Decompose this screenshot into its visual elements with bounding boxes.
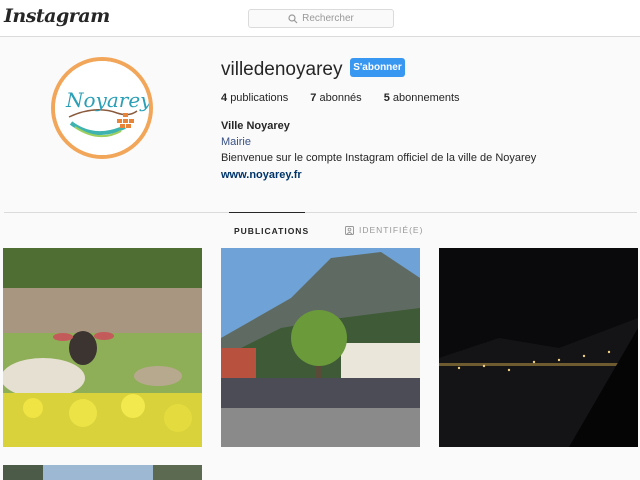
- post-thumbnail[interactable]: [3, 465, 202, 480]
- search-placeholder: Rechercher: [302, 13, 354, 24]
- post-thumbnail[interactable]: [3, 248, 202, 447]
- stat-following[interactable]: 5 abonnements: [384, 92, 460, 104]
- profile-website-link[interactable]: www.noyarey.fr: [221, 169, 302, 181]
- profile-username: villedenoyarey: [221, 59, 343, 80]
- tab-tagged[interactable]: IDENTIFIÉ(E): [345, 212, 423, 248]
- profile-bio: Bienvenue sur le compte Instagram offici…: [221, 152, 537, 164]
- following-count: 5: [383, 92, 390, 104]
- follow-button[interactable]: S'abonner: [350, 58, 405, 77]
- tagged-user-icon: [345, 225, 354, 235]
- stat-followers[interactable]: 7 abonnés: [310, 92, 361, 104]
- search-icon: [288, 13, 298, 23]
- post-thumbnail[interactable]: [439, 248, 638, 447]
- gathering-photo: [221, 248, 420, 447]
- post-thumbnail[interactable]: [221, 248, 420, 447]
- tabs-divider: [4, 212, 637, 213]
- profile-full-name: Ville Noyarey: [221, 120, 290, 132]
- profile-stats: 4 publications 7 abonnés 5 abonnements: [221, 92, 482, 104]
- svg-text:Noyarey: Noyarey: [65, 88, 149, 112]
- publications-count: 4: [221, 92, 228, 104]
- search-input[interactable]: Rechercher: [248, 9, 394, 28]
- stat-publications[interactable]: 4 publications: [221, 92, 288, 104]
- profile-category: Mairie: [221, 136, 251, 148]
- tab-tagged-label: IDENTIFIÉ(E): [359, 225, 424, 235]
- instagram-logo[interactable]: Instagram: [4, 5, 110, 27]
- noyarey-logo-image: Noyarey: [55, 61, 149, 155]
- following-label: abonnements: [392, 92, 460, 104]
- night-city-photo: [439, 248, 638, 447]
- partial-photo: [3, 465, 202, 480]
- top-navigation-bar: Instagram Rechercher: [0, 0, 640, 37]
- followers-label: abonnés: [319, 92, 362, 104]
- sheep-photo: [3, 248, 202, 447]
- tab-publications[interactable]: PUBLICATIONS: [229, 212, 308, 248]
- profile-avatar[interactable]: Noyarey: [51, 57, 153, 159]
- tab-publications-label: PUBLICATIONS: [234, 225, 310, 236]
- publications-label: publications: [230, 92, 289, 104]
- followers-count: 7: [310, 92, 317, 104]
